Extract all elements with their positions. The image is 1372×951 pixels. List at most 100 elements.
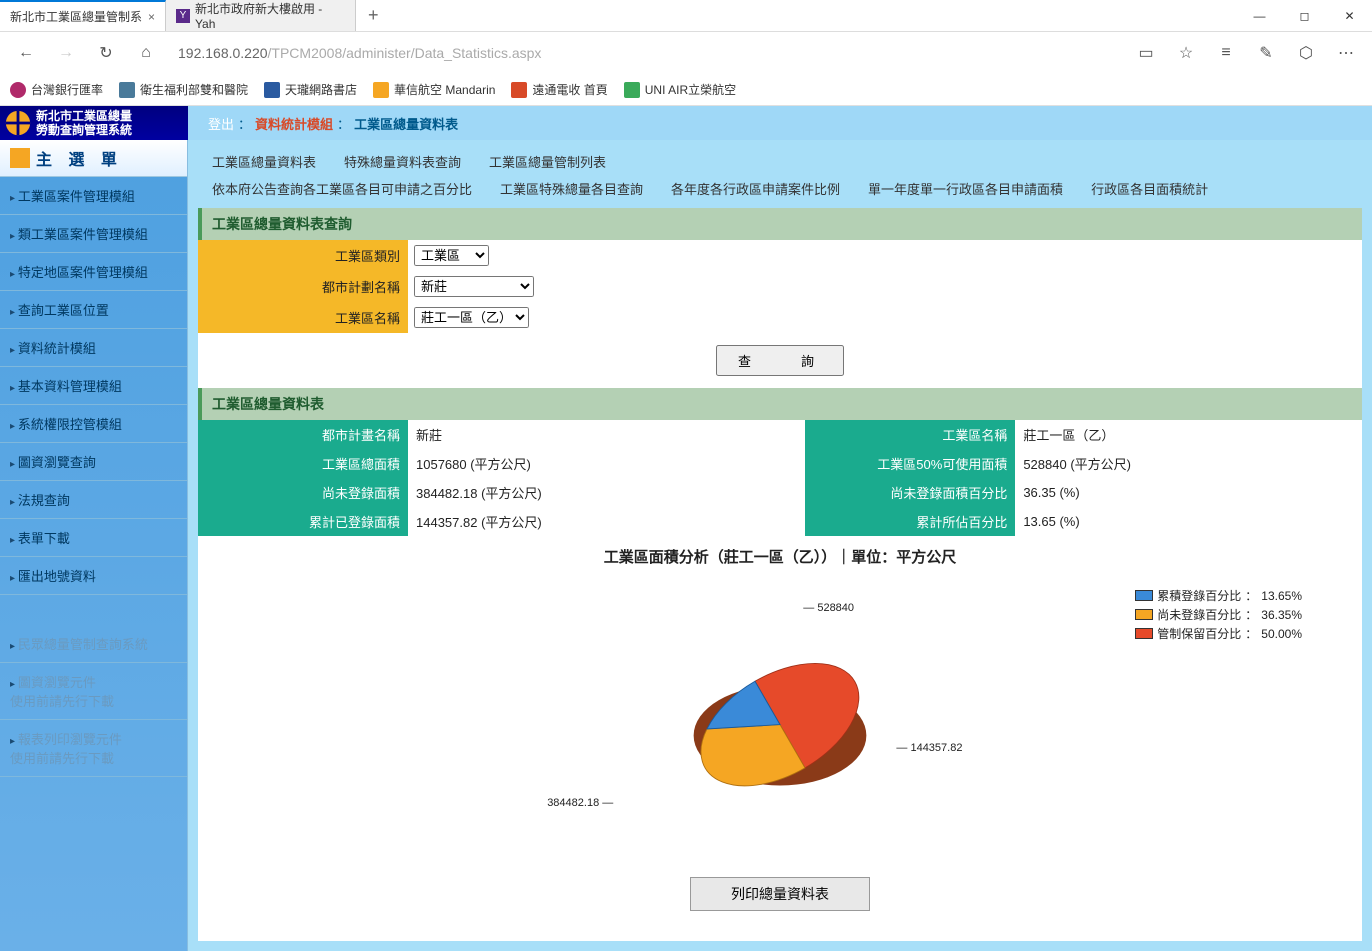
table-row: 尚未登錄面積 384482.18 (平方公尺) 尚未登錄面積百分比 36.35 … bbox=[198, 478, 1362, 507]
sidebar-item-4[interactable]: 資料統計模組 bbox=[0, 329, 187, 367]
label-zone-name: 工業區名稱 bbox=[198, 302, 408, 333]
query-section-title: 工業區總量資料表查詢 bbox=[198, 208, 1362, 240]
app-header: 新北市工業區總量 勞動查詢管理系統 登出 ： 資料統計模組 ： 工業區總量資料表 bbox=[0, 106, 1372, 140]
sidebar-item-6[interactable]: 系統權限控管模組 bbox=[0, 405, 187, 443]
fav-0[interactable]: 台灣銀行匯率 bbox=[10, 81, 103, 98]
tab-label: 新北市政府新大樓啟用 - Yah bbox=[195, 0, 345, 31]
tab1-1[interactable]: 特殊總量資料表查詢 bbox=[330, 148, 475, 175]
pie-svg bbox=[680, 616, 880, 816]
url-host: 192.168.0.220 bbox=[178, 45, 268, 61]
tab2-3[interactable]: 單一年度單一行政區各目申請面積 bbox=[854, 175, 1077, 202]
select-plan-name[interactable]: 新莊 bbox=[414, 276, 534, 297]
fav-icon bbox=[10, 82, 26, 98]
sidebar-dim-0[interactable]: 民眾總量管制查詢系統 bbox=[0, 625, 187, 663]
tab1-2[interactable]: 工業區總量管制列表 bbox=[475, 148, 620, 175]
fav-icon bbox=[119, 82, 135, 98]
legend-swatch bbox=[1135, 628, 1153, 639]
fav-icon bbox=[264, 82, 280, 98]
sidebar-item-1[interactable]: 類工業區案件管理模組 bbox=[0, 215, 187, 253]
tab2-2[interactable]: 各年度各行政區申請案件比例 bbox=[657, 175, 854, 202]
query-form: 工業區類別 工業區 都市計劃名稱 新莊 工業區名稱 莊工一區（乙） bbox=[198, 240, 1362, 333]
sidebar-item-10[interactable]: 匯出地號資料 bbox=[0, 557, 187, 595]
logo-icon bbox=[4, 109, 32, 137]
sidebar-dim-1[interactable]: 圖資瀏覽元件 使用前請先行下載 bbox=[0, 663, 187, 720]
sidebar-item-3[interactable]: 查詢工業區位置 bbox=[0, 291, 187, 329]
sidebar-item-8[interactable]: 法規查詢 bbox=[0, 481, 187, 519]
favorite-icon[interactable]: ☆ bbox=[1168, 35, 1204, 71]
callout-red: — 528840 bbox=[803, 602, 854, 614]
sidebar-item-5[interactable]: 基本資料管理模組 bbox=[0, 367, 187, 405]
browser-toolbar: ← → ↻ ⌂ 192.168.0.220/TPCM2008/administe… bbox=[0, 32, 1372, 74]
tab2-1[interactable]: 工業區特殊總量各目查詢 bbox=[486, 175, 657, 202]
fav-2[interactable]: 天瓏網路書店 bbox=[264, 81, 357, 98]
breadcrumb-page: 工業區總量資料表 bbox=[354, 114, 458, 133]
sidebar: 主 選 單 工業區案件管理模組 類工業區案件管理模組 特定地區案件管理模組 查詢… bbox=[0, 140, 188, 951]
maximize-button[interactable]: ◻ bbox=[1282, 0, 1327, 31]
pie-chart: 累積登錄百分比：13.65% 尚未登錄百分比：36.35% 管制保留百分比：50… bbox=[198, 577, 1362, 857]
chart-legend: 累積登錄百分比：13.65% 尚未登錄百分比：36.35% 管制保留百分比：50… bbox=[1135, 587, 1302, 644]
sidebar-dim-2[interactable]: 報表列印瀏覽元件 使用前請先行下載 bbox=[0, 720, 187, 777]
fav-icon bbox=[373, 82, 389, 98]
fav-4[interactable]: 遠通電收 首頁 bbox=[511, 81, 607, 98]
fav-icon bbox=[624, 82, 640, 98]
legend-swatch bbox=[1135, 609, 1153, 620]
label-plan-name: 都市計劃名稱 bbox=[198, 271, 408, 302]
tab2-0[interactable]: 依本府公告查詢各工業區各目可申請之百分比 bbox=[198, 175, 486, 202]
favorites-bar: 台灣銀行匯率 衛生福利部雙和醫院 天瓏網路書店 華信航空 Mandarin 遠通… bbox=[0, 74, 1372, 106]
fav-1[interactable]: 衛生福利部雙和醫院 bbox=[119, 81, 248, 98]
logout-link[interactable]: 登出 bbox=[208, 114, 234, 133]
browser-tab-0[interactable]: 新北市工業區總量管制系 × bbox=[0, 0, 166, 31]
forward-button[interactable]: → bbox=[48, 35, 84, 71]
close-icon[interactable]: × bbox=[148, 10, 155, 24]
main-content: 工業區總量資料表 特殊總量資料表查詢 工業區總量管制列表 依本府公告查詢各工業區… bbox=[188, 140, 1372, 951]
share-icon[interactable]: ⬡ bbox=[1288, 35, 1324, 71]
logo-line2: 勞動查詢管理系統 bbox=[36, 123, 132, 137]
url-bar[interactable]: 192.168.0.220/TPCM2008/administer/Data_S… bbox=[178, 45, 1114, 61]
more-icon[interactable]: ⋯ bbox=[1328, 35, 1364, 71]
sidebar-item-2[interactable]: 特定地區案件管理模組 bbox=[0, 253, 187, 291]
app-logo: 新北市工業區總量 勞動查詢管理系統 bbox=[0, 109, 188, 137]
result-section-title: 工業區總量資料表 bbox=[198, 388, 1362, 420]
reading-icon[interactable]: ▭ bbox=[1128, 35, 1164, 71]
refresh-button[interactable]: ↻ bbox=[88, 35, 124, 71]
logo-line1: 新北市工業區總量 bbox=[36, 109, 132, 123]
fav-3[interactable]: 華信航空 Mandarin bbox=[373, 81, 495, 98]
tab-row-1: 工業區總量資料表 特殊總量資料表查詢 工業區總量管制列表 bbox=[188, 140, 1372, 175]
sidebar-item-0[interactable]: 工業區案件管理模組 bbox=[0, 177, 187, 215]
tab-row-2: 依本府公告查詢各工業區各目可申請之百分比 工業區特殊總量各目查詢 各年度各行政區… bbox=[188, 175, 1372, 208]
sidebar-item-9[interactable]: 表單下載 bbox=[0, 519, 187, 557]
select-zone-name[interactable]: 莊工一區（乙） bbox=[414, 307, 529, 328]
select-industry-type[interactable]: 工業區 bbox=[414, 245, 489, 266]
minimize-button[interactable]: — bbox=[1237, 0, 1282, 31]
new-tab-button[interactable]: + bbox=[356, 0, 391, 31]
table-row: 工業區總面積 1057680 (平方公尺) 工業區50%可使用面積 528840… bbox=[198, 449, 1362, 478]
print-button[interactable]: 列印總量資料表 bbox=[690, 877, 870, 911]
result-table: 都市計畫名稱 新莊 工業區名稱 莊工一區（乙） 工業區總面積 1057680 (… bbox=[198, 420, 1362, 536]
browser-tab-1[interactable]: Y 新北市政府新大樓啟用 - Yah bbox=[166, 0, 356, 31]
url-path: /TPCM2008/administer/Data_Statistics.asp… bbox=[268, 45, 542, 61]
fav-5[interactable]: UNI AIR立榮航空 bbox=[624, 81, 736, 98]
fav-icon bbox=[511, 82, 527, 98]
query-button[interactable]: 查 詢 bbox=[716, 345, 844, 376]
table-row: 都市計畫名稱 新莊 工業區名稱 莊工一區（乙） bbox=[198, 420, 1362, 449]
callout-blue: — 144357.82 bbox=[896, 742, 962, 754]
sidebar-title: 主 選 單 bbox=[0, 140, 187, 177]
callout-orange: 384482.18 — bbox=[547, 797, 613, 809]
hub-icon[interactable]: ≡ bbox=[1208, 35, 1244, 71]
sidebar-item-7[interactable]: 圖資瀏覽查詢 bbox=[0, 443, 187, 481]
close-button[interactable]: ✕ bbox=[1327, 0, 1372, 31]
breadcrumb-module: 資料統計模組 bbox=[255, 114, 333, 133]
notes-icon[interactable]: ✎ bbox=[1248, 35, 1284, 71]
tab-label: 新北市工業區總量管制系 bbox=[10, 8, 142, 25]
tab1-0[interactable]: 工業區總量資料表 bbox=[198, 148, 330, 175]
legend-swatch bbox=[1135, 590, 1153, 601]
chart-title: 工業區面積分析（莊工一區（乙））｜單位：平方公尺 bbox=[198, 536, 1362, 577]
home-button[interactable]: ⌂ bbox=[128, 35, 164, 71]
label-industry-type: 工業區類別 bbox=[198, 240, 408, 271]
window-titlebar: 新北市工業區總量管制系 × Y 新北市政府新大樓啟用 - Yah + — ◻ ✕ bbox=[0, 0, 1372, 32]
table-row: 累計已登錄面積 144357.82 (平方公尺) 累計所佔百分比 13.65 (… bbox=[198, 507, 1362, 536]
tab2-4[interactable]: 行政區各目面積統計 bbox=[1077, 175, 1222, 202]
back-button[interactable]: ← bbox=[8, 35, 44, 71]
yahoo-icon: Y bbox=[176, 9, 190, 23]
menu-icon bbox=[10, 148, 30, 168]
